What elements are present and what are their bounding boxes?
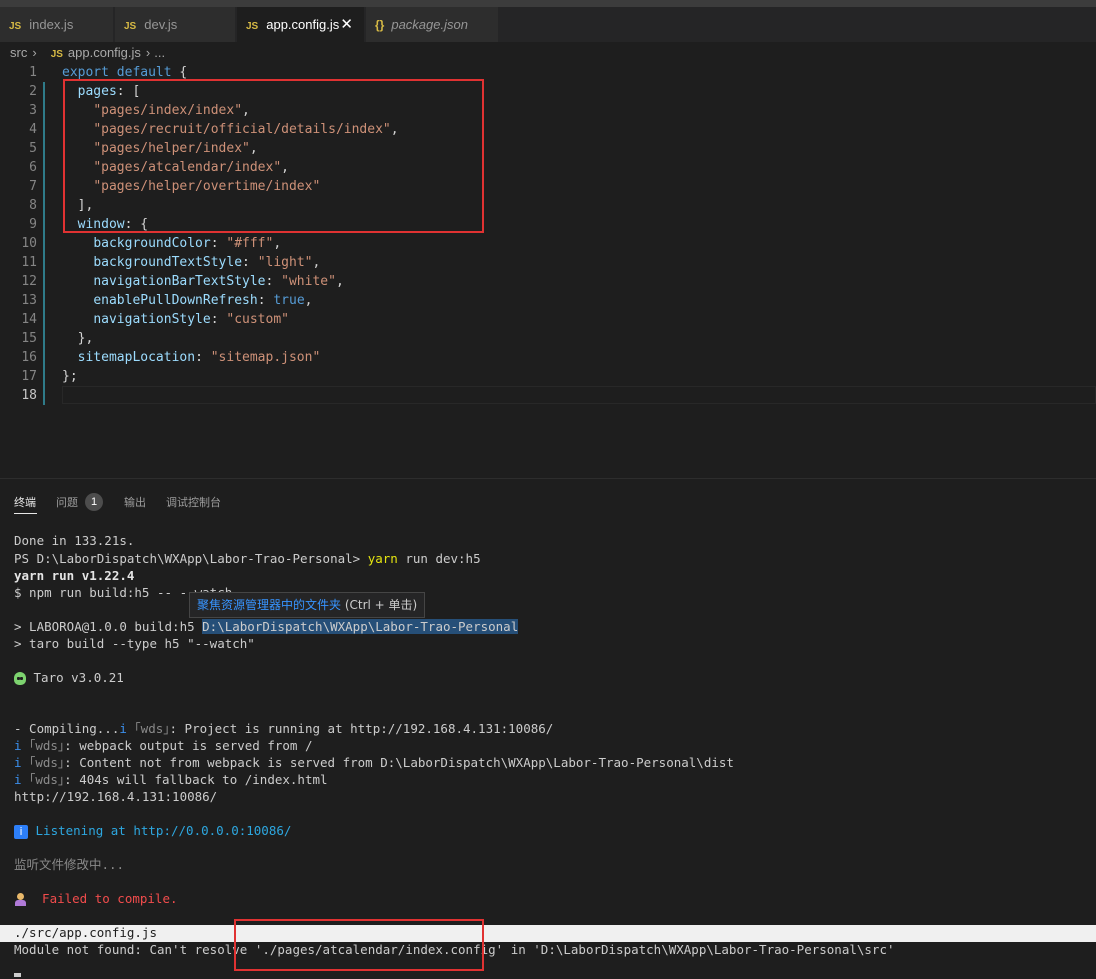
terminal-line: Taro v3.0.21 xyxy=(14,669,124,686)
panel-divider xyxy=(0,478,1096,479)
annotation-box-pages xyxy=(63,79,484,233)
terminal-selection-highlight xyxy=(0,925,1096,942)
code-text: navigationBarTextStyle: "white", xyxy=(93,274,344,289)
js-file-icon: JS xyxy=(50,49,63,60)
terminal-line: Done in 133.21s. xyxy=(14,533,135,548)
annotation-box-error xyxy=(234,919,484,971)
line-number: 14 xyxy=(21,312,37,327)
terminal-line: > LABOROA@1.0.0 build:h5 D:\LaborDispatc… xyxy=(14,619,519,634)
js-file-icon: JS xyxy=(246,21,259,32)
chevron-right-icon: › xyxy=(145,45,151,60)
tab-dev-js[interactable]: JS dev.js xyxy=(115,7,236,42)
terminal-line: - Compiling...i ｢wds｣: Project is runnin… xyxy=(14,721,554,736)
person-shrug-icon xyxy=(14,893,27,906)
tab-debug-console[interactable]: 调试控制台 xyxy=(166,494,221,510)
tab-label: package.json xyxy=(391,17,468,32)
terminal-line: PS D:\LaborDispatch\WXApp\Labor-Trao-Per… xyxy=(14,551,481,566)
breadcrumb-more[interactable]: ... xyxy=(154,45,165,60)
alien-icon xyxy=(14,672,26,685)
terminal-line: i ｢wds｣: 404s will fallback to /index.ht… xyxy=(14,772,328,787)
tab-label: index.js xyxy=(29,17,74,32)
line-number: 12 xyxy=(21,274,37,289)
code-line: 13 enablePullDownRefresh: true, xyxy=(0,291,1096,310)
active-tab-underline xyxy=(14,513,37,514)
code-line: 16 sitemapLocation: "sitemap.json" xyxy=(0,348,1096,367)
tab-app-config-js[interactable]: JS app.config.js ✕ xyxy=(237,7,365,42)
line-number: 16 xyxy=(21,350,37,365)
line-number: 1 xyxy=(29,65,37,80)
code-line: 18 xyxy=(0,386,1096,405)
info-icon: i xyxy=(14,824,28,839)
line-number: 17 xyxy=(21,369,37,384)
line-number: 7 xyxy=(29,179,37,194)
line-number: 8 xyxy=(29,198,37,213)
line-number: 9 xyxy=(29,217,37,232)
code-text: }, xyxy=(77,331,94,346)
tooltip-hint: (Ctrl + 单击) xyxy=(341,598,418,612)
code-line: 14 navigationStyle: "custom" xyxy=(0,310,1096,329)
tab-package-json[interactable]: {} package.json xyxy=(366,7,499,42)
editor-tab-bar: JS index.js JS dev.js JS app.config.js ✕ {}… xyxy=(0,7,1096,42)
code-text: backgroundTextStyle: "light", xyxy=(93,255,321,270)
breadcrumb: src › JS app.config.js ›... xyxy=(0,42,165,64)
tab-label: app.config.js xyxy=(266,17,340,32)
problems-count-badge: 1 xyxy=(85,493,103,511)
tab-problems[interactable]: 问题 xyxy=(56,494,78,510)
code-text: backgroundColor: "#fff", xyxy=(93,236,282,251)
terminal-line: > taro build --type h5 "--watch" xyxy=(14,636,255,651)
code-line: 15 }, xyxy=(0,329,1096,348)
tab-index-js[interactable]: JS index.js xyxy=(0,7,114,42)
terminal-line: ./src/app.config.js xyxy=(14,925,157,940)
code-text: navigationStyle: "custom" xyxy=(93,312,289,327)
tooltip-link[interactable]: 聚焦资源管理器中的文件夹 xyxy=(197,598,341,612)
code-text: }; xyxy=(62,369,78,384)
js-file-icon: JS xyxy=(124,21,137,32)
line-number: 18 xyxy=(21,388,37,403)
terminal-line: http://192.168.4.131:10086/ xyxy=(14,789,218,804)
terminal-line: Failed to compile. xyxy=(14,890,178,907)
hover-tooltip: 聚焦资源管理器中的文件夹 (Ctrl + 单击) xyxy=(189,592,426,618)
line-number: 5 xyxy=(29,141,37,156)
close-icon[interactable]: ✕ xyxy=(340,7,353,42)
chevron-right-icon: › xyxy=(32,45,37,60)
code-line: 17 }; xyxy=(0,367,1096,386)
line-number: 15 xyxy=(21,331,37,346)
code-line: 12 navigationBarTextStyle: "white", xyxy=(0,272,1096,291)
terminal-line: i Listening at http://0.0.0.0:10086/ xyxy=(14,822,291,839)
line-number: 11 xyxy=(21,255,37,270)
tab-terminal[interactable]: 终端 xyxy=(14,494,36,510)
line-number: 2 xyxy=(29,84,37,99)
title-strip xyxy=(0,0,1096,7)
line-number: 3 xyxy=(29,103,37,118)
line-number: 13 xyxy=(21,293,37,308)
terminal-line: yarn run v1.22.4 xyxy=(14,568,135,583)
json-file-icon: {} xyxy=(375,18,385,32)
line-number: 10 xyxy=(21,236,37,251)
terminal-line: 监听文件修改中... xyxy=(14,857,125,872)
code-text: sitemapLocation: "sitemap.json" xyxy=(77,350,321,365)
terminal-line: i ｢wds｣: Content not from webpack is ser… xyxy=(14,755,734,770)
code-line: 11 backgroundTextStyle: "light", xyxy=(0,253,1096,272)
terminal-line: i ｢wds｣: webpack output is served from / xyxy=(14,738,313,753)
line-number: 6 xyxy=(29,160,37,175)
terminal-path-link[interactable]: D:\LaborDispatch\WXApp\Labor-Trao-Person… xyxy=(202,619,519,634)
code-line: 10 backgroundColor: "#fff", xyxy=(0,234,1096,253)
breadcrumb-folder[interactable]: src xyxy=(10,45,27,60)
line-number: 4 xyxy=(29,122,37,137)
breadcrumb-file[interactable]: app.config.js xyxy=(68,45,141,60)
code-text: enablePullDownRefresh: true, xyxy=(93,293,313,308)
js-file-icon: JS xyxy=(9,21,22,32)
tab-output[interactable]: 输出 xyxy=(124,494,146,510)
terminal-cursor xyxy=(14,973,21,977)
tab-label: dev.js xyxy=(144,17,178,32)
